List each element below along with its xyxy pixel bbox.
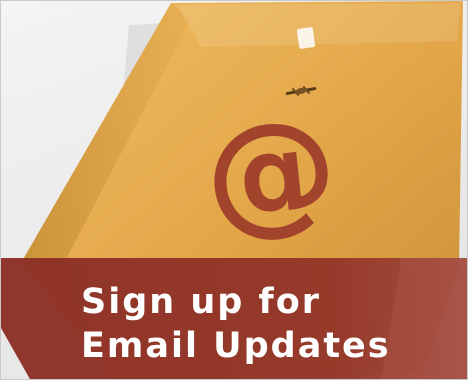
at-symbol-glyph: @ [213, 105, 329, 245]
headline-line-1: Sign up for [81, 282, 322, 322]
envelope-highlight [177, 3, 461, 47]
at-symbol-icon: @ [197, 89, 344, 256]
email-signup-banner[interactable]: @ Sign up for Email Updates [0, 0, 468, 380]
headline-line-2: Email Updates [81, 326, 391, 366]
caption-band[interactable]: Sign up for Email Updates [1, 258, 467, 379]
envelope-eyelet [296, 27, 316, 49]
